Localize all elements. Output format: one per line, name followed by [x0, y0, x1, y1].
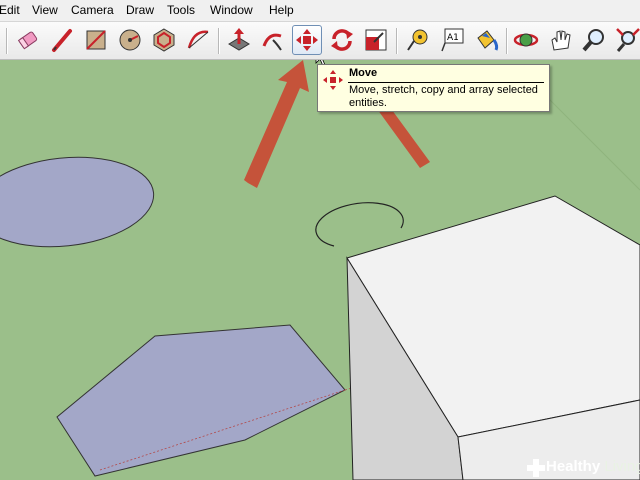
toolbar-separator	[6, 28, 8, 54]
circle-icon	[119, 29, 141, 51]
menu-edit[interactable]: Edit	[0, 3, 20, 17]
move-icon	[296, 29, 318, 51]
rectangle-tool-button[interactable]	[82, 26, 110, 54]
polygon-tool-button[interactable]	[150, 26, 178, 54]
zoom-extents-tool-button[interactable]	[614, 26, 640, 54]
polygon-icon	[153, 28, 175, 52]
move-icon	[323, 70, 343, 90]
tooltip-title: Move	[349, 67, 378, 79]
follow-me-icon	[262, 33, 282, 51]
watermark-accent: Living	[604, 458, 640, 475]
tape-measure-icon	[407, 29, 428, 51]
orbit-icon	[513, 33, 539, 47]
toolbar-separator	[506, 28, 508, 54]
drawing-viewport[interactable]	[0, 60, 640, 480]
ellipse-face	[0, 156, 155, 248]
push-pull-icon	[228, 28, 250, 51]
zoom-extents-icon	[616, 28, 640, 52]
scale-tool-button[interactable]	[362, 26, 390, 54]
paint-bucket-tool-button[interactable]	[472, 26, 500, 54]
zoom-icon	[582, 29, 604, 52]
arc-icon	[187, 30, 209, 49]
move-tooltip: Move Move, stretch, copy and array selec…	[317, 64, 550, 112]
green-axis-line	[544, 94, 640, 191]
move-tool-button[interactable]	[292, 25, 322, 55]
rectangle-icon	[86, 30, 106, 50]
menu-camera[interactable]: Camera	[71, 3, 114, 17]
tape-measure-tool-button[interactable]	[404, 26, 432, 54]
menu-help[interactable]: Help	[269, 3, 294, 17]
paint-bucket-icon	[477, 30, 499, 51]
menu-draw[interactable]: Draw	[126, 3, 154, 17]
pan-tool-button[interactable]	[546, 26, 574, 54]
plus-leaf-icon	[527, 459, 545, 477]
rotate-tool-button[interactable]	[328, 26, 356, 54]
push-pull-tool-button[interactable]	[225, 26, 253, 54]
menu-view[interactable]: View	[32, 3, 58, 17]
zoom-tool-button[interactable]	[580, 26, 608, 54]
tooltip-description: Move, stretch, copy and array selected e…	[349, 84, 538, 109]
watermark-text: Healthy Living	[546, 458, 640, 475]
arc-tool-button[interactable]	[184, 26, 212, 54]
pan-icon	[551, 30, 571, 51]
hexagon-face	[56, 324, 346, 477]
menu-bar: Edit View Camera Draw Tools Window Help	[0, 0, 640, 22]
rotate-icon	[331, 29, 353, 51]
scale-icon	[365, 29, 387, 51]
toolbar-separator	[218, 28, 220, 54]
circle-tool-button[interactable]	[116, 26, 144, 54]
arrow-annotation-left	[244, 60, 309, 188]
eraser-tool-button[interactable]	[14, 26, 42, 54]
scene-canvas	[0, 60, 640, 480]
tooltip-divider	[348, 82, 544, 83]
eraser-icon	[17, 31, 38, 50]
watermark-main: Healthy	[546, 458, 601, 475]
pencil-icon	[52, 29, 72, 52]
menu-window[interactable]: Window	[210, 3, 253, 17]
orbit-tool-button[interactable]	[512, 26, 540, 54]
circle-outline	[315, 202, 404, 247]
pencil-tool-button[interactable]	[48, 26, 76, 54]
text-icon: A1	[441, 28, 464, 52]
menu-tools[interactable]: Tools	[167, 3, 195, 17]
follow-me-tool-button[interactable]	[259, 26, 287, 54]
toolbar-separator	[396, 28, 398, 54]
text-tool-button[interactable]: A1	[438, 26, 466, 54]
text-tool-label: A1	[447, 33, 459, 43]
toolbar: A1	[0, 22, 640, 60]
